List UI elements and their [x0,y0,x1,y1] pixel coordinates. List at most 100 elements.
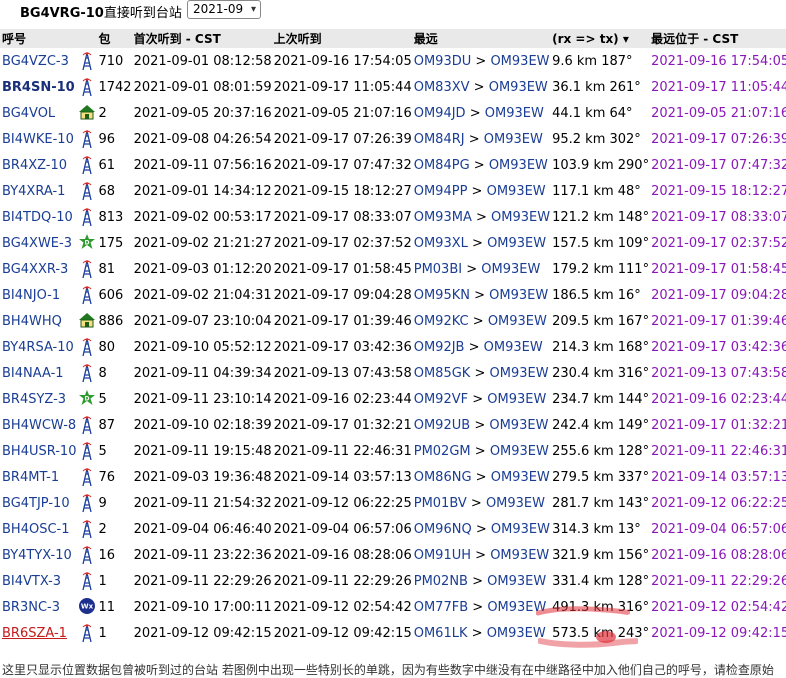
to-grid-link[interactable]: OM93EW [491,470,550,485]
tower-icon [78,155,96,175]
from-grid-link[interactable]: OM91UH [414,548,471,563]
callsign-link[interactable]: BG4XXR-3 [2,262,68,277]
to-grid-link[interactable]: OM93EW [485,106,544,121]
from-grid-link[interactable]: PM02GM [414,444,471,459]
column-header-farthest[interactable]: 最远 [411,29,551,48]
from-grid-link[interactable]: OM94JD [414,106,466,121]
from-grid-link[interactable]: OM86NG [414,470,472,485]
cell-first-heard: 2021-09-01 14:34:12 [133,183,272,199]
callsign-link[interactable]: BG4XWE-3 [2,236,72,251]
callsign-link[interactable]: BG4VZC-3 [2,54,69,69]
cell-callsign: BH4USR-10 [0,438,76,464]
to-grid-link[interactable]: OM93EW [487,184,546,199]
callsign-link[interactable]: BI4NAA-1 [2,366,64,381]
to-grid-link[interactable]: OM93EW [487,574,546,589]
to-grid-link[interactable]: OM93EW [490,444,549,459]
cell-last-position: 2021-09-16 02:23:44 [651,391,786,407]
to-grid-link[interactable]: OM93EW [484,340,543,355]
cell-distance: 331.4 km 128° [552,573,650,589]
callsign-link[interactable]: BG4VOL [2,106,55,121]
cell-first-heard: 2021-09-11 04:39:34 [133,365,272,381]
column-header-last-position[interactable]: 最远位于 - CST [649,29,786,48]
from-grid-link[interactable]: OM92JB [414,340,465,355]
callsign-link[interactable]: BG4TJP-10 [2,496,70,511]
to-grid-link[interactable]: OM93EW [490,366,549,381]
from-grid-link[interactable]: OM95KN [414,288,470,303]
callsign-link[interactable]: BH4USR-10 [2,444,76,459]
to-grid-link[interactable]: OM93EW [481,262,540,277]
from-grid-link[interactable]: OM84PG [414,158,470,173]
route-separator: > [474,417,486,433]
from-grid-link[interactable]: OM92UB [414,418,470,433]
to-grid-link[interactable]: OM93EW [487,626,546,641]
column-header-packets[interactable]: 包 [96,29,132,48]
from-grid-link[interactable]: OM77FB [414,600,468,615]
month-select[interactable]: 2021-09 ▾ [187,0,261,19]
callsign-link[interactable]: BR6SZA-1 [2,626,67,641]
callsign-link[interactable]: BH4OSC-1 [2,522,70,537]
column-header-first-heard[interactable]: 首次听到 - CST [131,29,272,48]
cell-last-position: 2021-09-12 06:22:25 [651,495,786,511]
from-grid-link[interactable]: OM85GK [414,366,471,381]
column-header-distance[interactable]: (rx => tx) ▾ [550,29,650,48]
route-separator: > [474,287,486,303]
from-grid-link[interactable]: OM96NQ [414,522,472,537]
callsign-link[interactable]: BH4WHQ [2,314,62,329]
callsign-link[interactable]: BI4VTX-3 [2,574,61,589]
callsign-link[interactable]: BR3NC-3 [2,600,60,615]
from-grid-link[interactable]: OM93XL [414,236,468,251]
to-grid-link[interactable]: OM93EW [491,522,550,537]
to-grid-link[interactable]: OM93EW [484,132,543,147]
to-grid-link[interactable]: OM93EW [486,496,545,511]
to-grid-link[interactable]: OM93EW [490,54,549,69]
cell-distance: 121.2 km 148° [552,209,650,225]
column-header-last-heard[interactable]: 上次听到 [271,29,412,48]
callsign-link[interactable]: BH4WCW-8 [2,418,76,433]
to-grid-link[interactable]: OM93EW [487,236,546,251]
from-grid-link[interactable]: OM92VF [414,392,468,407]
cell-packets: 80 [98,339,116,355]
callsign-link[interactable]: BR4MT-1 [2,470,59,485]
to-grid-link[interactable]: OM93EW [488,314,547,329]
from-grid-link[interactable]: PM01BV [414,496,467,511]
from-grid-link[interactable]: OM61LK [414,626,468,641]
column-header-call[interactable]: 呼号 [0,29,77,48]
to-grid-link[interactable]: OM93EW [489,288,548,303]
cell-callsign: BR4XZ-10 [0,152,76,178]
from-grid-link[interactable]: PM03BI [414,262,462,277]
to-grid-link[interactable]: OM93EW [487,392,546,407]
cell-packets: 61 [98,157,116,173]
callsign-link[interactable]: BR4SYZ-3 [2,392,66,407]
red-marker-scribble [536,606,630,616]
cell-last-position: 2021-09-12 09:42:15 [651,625,786,641]
table-row: BG4VOL 2 2021-09-05 20:37:16 2021-09-05 21:… [0,100,786,126]
cell-icon [76,542,96,568]
cell-packets: 87 [98,417,116,433]
callsign-link[interactable]: BR4SN-10 [2,80,75,95]
tower-icon [78,545,96,565]
cell-last-heard: 2021-09-12 02:54:42 [273,599,412,615]
callsign-link[interactable]: BY4XRA-1 [2,184,65,199]
from-grid-link[interactable]: OM83XV [414,80,470,95]
callsign-link[interactable]: BI4TDQ-10 [2,210,73,225]
from-grid-link[interactable]: OM93DU [414,54,472,69]
cell-last-position: 2021-09-17 07:26:39 [651,131,786,147]
callsign-link[interactable]: BI4NJO-1 [2,288,60,303]
callsign-link[interactable]: BY4TYX-10 [2,548,72,563]
to-grid-link[interactable]: OM93EW [489,80,548,95]
from-grid-link[interactable]: PM02NB [414,574,468,589]
to-grid-link[interactable]: OM93EW [489,418,548,433]
tower-icon [78,467,96,487]
callsign-link[interactable]: BI4WKE-10 [2,132,74,147]
cell-farthest: OM94JD > OM93EW [412,100,550,126]
from-grid-link[interactable]: OM92KC [414,314,469,329]
to-grid-link[interactable]: OM93EW [489,158,548,173]
to-grid-link[interactable]: OM93EW [490,548,549,563]
to-grid-link[interactable]: OM93EW [491,210,550,225]
from-grid-link[interactable]: OM84RJ [414,132,465,147]
callsign-link[interactable]: BY4RSA-10 [2,340,74,355]
chevron-down-icon: ▾ [250,4,256,15]
callsign-link[interactable]: BR4XZ-10 [2,158,67,173]
from-grid-link[interactable]: OM93MA [414,210,472,225]
from-grid-link[interactable]: OM94PP [414,184,468,199]
